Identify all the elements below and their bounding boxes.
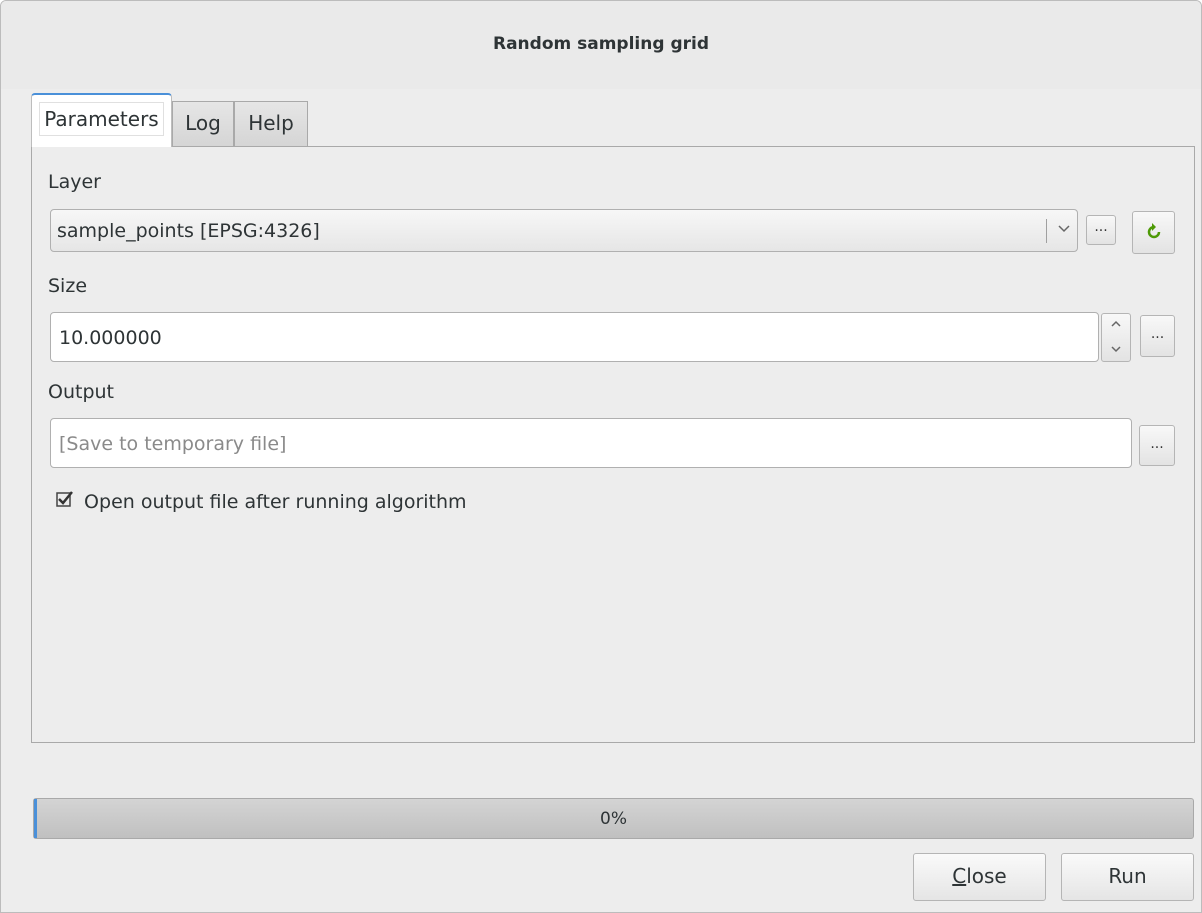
layer-label: Layer bbox=[48, 171, 101, 193]
run-button[interactable]: Run bbox=[1061, 853, 1194, 901]
tab-parameters-label: Parameters bbox=[39, 102, 164, 136]
chevron-down-icon bbox=[1057, 217, 1071, 245]
spin-down-icon[interactable] bbox=[1102, 341, 1130, 368]
checkmark-icon bbox=[56, 489, 78, 513]
open-output-label: Open output file after running algorithm bbox=[84, 491, 467, 513]
layer-select-value: sample_points [EPSG:4326] bbox=[57, 220, 320, 242]
title-bar: Random sampling grid bbox=[1, 1, 1201, 89]
tab-parameters[interactable]: Parameters bbox=[31, 93, 172, 147]
spin-up-icon[interactable] bbox=[1102, 314, 1130, 341]
layer-refresh-button[interactable] bbox=[1132, 211, 1175, 254]
progress-text: 0% bbox=[600, 809, 627, 829]
open-output-checkbox[interactable]: Open output file after running algorithm bbox=[56, 489, 467, 513]
window-title: Random sampling grid bbox=[492, 34, 709, 54]
layer-select[interactable]: sample_points [EPSG:4326] bbox=[50, 209, 1078, 252]
close-mnemonic: C bbox=[952, 864, 967, 888]
dialog-window: Random sampling grid Parameters Log Help… bbox=[0, 0, 1202, 913]
close-button[interactable]: Close bbox=[913, 853, 1046, 901]
refresh-icon bbox=[1144, 222, 1164, 246]
output-label: Output bbox=[48, 381, 114, 403]
output-input-placeholder: [Save to temporary file] bbox=[59, 433, 287, 455]
tab-help[interactable]: Help bbox=[234, 101, 308, 146]
size-input[interactable]: 10.000000 bbox=[50, 312, 1099, 362]
combo-separator bbox=[1046, 219, 1047, 243]
size-browse-button[interactable]: ... bbox=[1140, 315, 1175, 357]
close-label-rest: lose bbox=[966, 864, 1007, 888]
size-label: Size bbox=[48, 275, 88, 297]
output-input[interactable]: [Save to temporary file] bbox=[50, 418, 1132, 468]
size-spinner[interactable] bbox=[1101, 313, 1131, 362]
layer-browse-button[interactable]: ... bbox=[1086, 215, 1116, 245]
output-browse-button[interactable]: ... bbox=[1139, 425, 1175, 466]
size-input-value: 10.000000 bbox=[59, 327, 162, 349]
progress-bar: 0% bbox=[33, 798, 1194, 839]
tab-log[interactable]: Log bbox=[172, 101, 234, 146]
